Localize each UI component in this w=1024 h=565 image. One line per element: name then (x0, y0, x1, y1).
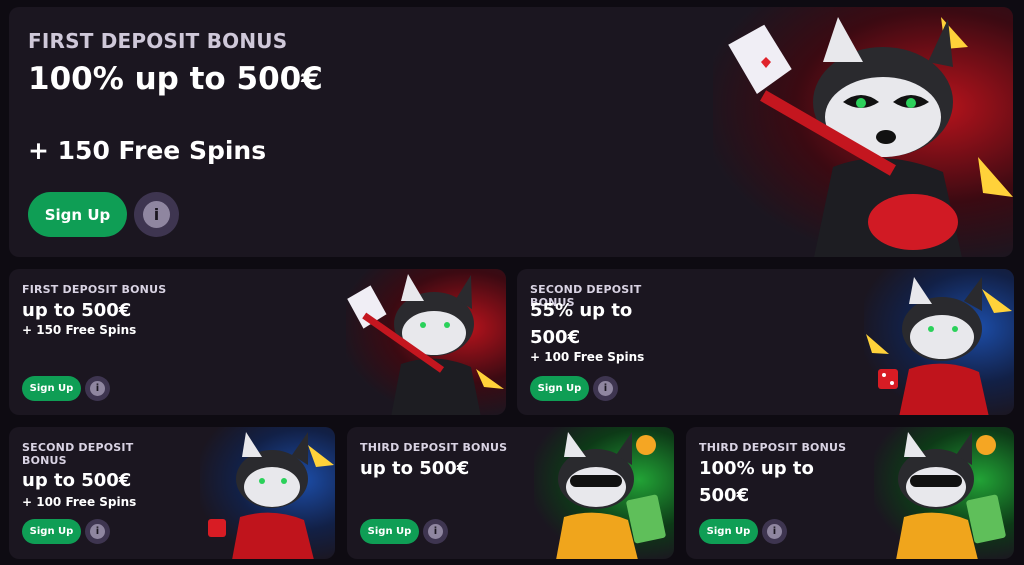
info-button[interactable]: i (593, 376, 618, 401)
sign-up-button[interactable]: Sign Up (28, 192, 127, 237)
bonus-eyebrow: THIRD DEPOSIT BONUS (699, 441, 847, 454)
info-button[interactable]: i (423, 519, 448, 544)
raccoon-cash-illustration (874, 427, 1014, 559)
info-button[interactable]: i (85, 519, 110, 544)
bonus-headline: up to 500€ (22, 300, 132, 321)
bonus-card-third-deposit: THIRD DEPOSIT BONUS 100% up to 500€ Sign… (686, 427, 1014, 559)
bonus-headline: up to 500€ (360, 458, 470, 479)
bonus-headline: up to 500€ (22, 470, 132, 491)
raccoon-mascot-icon (556, 432, 666, 559)
info-button[interactable]: i (134, 192, 179, 237)
bonus-free-spins: + 150 Free Spins (22, 323, 137, 337)
bonus-free-spins: + 100 Free Spins (530, 350, 645, 364)
info-icon: i (143, 201, 170, 228)
raccoon-mascot-icon (896, 432, 1006, 559)
raccoon-mascot-icon (347, 274, 504, 415)
bonus-free-spins: + 150 Free Spins (28, 136, 267, 165)
bonus-eyebrow: THIRD DEPOSIT BONUS (360, 441, 508, 454)
bonus-eyebrow: FIRST DEPOSIT BONUS (22, 283, 167, 296)
raccoon-dice-illustration (200, 427, 335, 559)
raccoon-guitar-illustration (346, 269, 506, 415)
raccoon-dice-illustration (864, 269, 1014, 415)
sign-up-button[interactable]: Sign Up (699, 519, 758, 544)
bonus-eyebrow: SECOND DEPOSIT BONUS (22, 441, 134, 467)
info-icon: i (90, 381, 105, 396)
info-button[interactable]: i (762, 519, 787, 544)
sign-up-button[interactable]: Sign Up (22, 376, 81, 401)
sign-up-button[interactable]: Sign Up (22, 519, 81, 544)
bonus-card-second-deposit: SECOND DEPOSIT BONUS 55% up to 500€ + 10… (517, 269, 1014, 415)
bonus-card-second-deposit: SECOND DEPOSIT BONUS up to 500€ + 100 Fr… (9, 427, 335, 559)
raccoon-guitar-illustration (713, 7, 1013, 257)
bonus-free-spins: + 100 Free Spins (22, 495, 137, 509)
sign-up-button[interactable]: Sign Up (530, 376, 589, 401)
bonus-headline: 100% up to 500€ (699, 458, 814, 506)
raccoon-mascot-icon (208, 432, 334, 559)
bonus-card-first-deposit: FIRST DEPOSIT BONUS up to 500€ + 150 Fre… (9, 269, 506, 415)
bonus-headline: 55% up to 500€ (530, 300, 633, 348)
bonus-card-third-deposit: THIRD DEPOSIT BONUS up to 500€ Sign Up i (347, 427, 674, 559)
sign-up-button[interactable]: Sign Up (360, 519, 419, 544)
bonus-headline: 100% up to 500€ (28, 61, 323, 97)
bonus-hero-card: FIRST DEPOSIT BONUS 100% up to 500€ + 15… (9, 7, 1013, 257)
raccoon-mascot-icon (866, 277, 1012, 415)
info-icon: i (598, 381, 613, 396)
raccoon-mascot-icon (728, 17, 1013, 257)
info-icon: i (90, 524, 105, 539)
info-button[interactable]: i (85, 376, 110, 401)
bonus-eyebrow: FIRST DEPOSIT BONUS (28, 29, 288, 53)
info-icon: i (428, 524, 443, 539)
info-icon: i (767, 524, 782, 539)
raccoon-cash-illustration (534, 427, 674, 559)
